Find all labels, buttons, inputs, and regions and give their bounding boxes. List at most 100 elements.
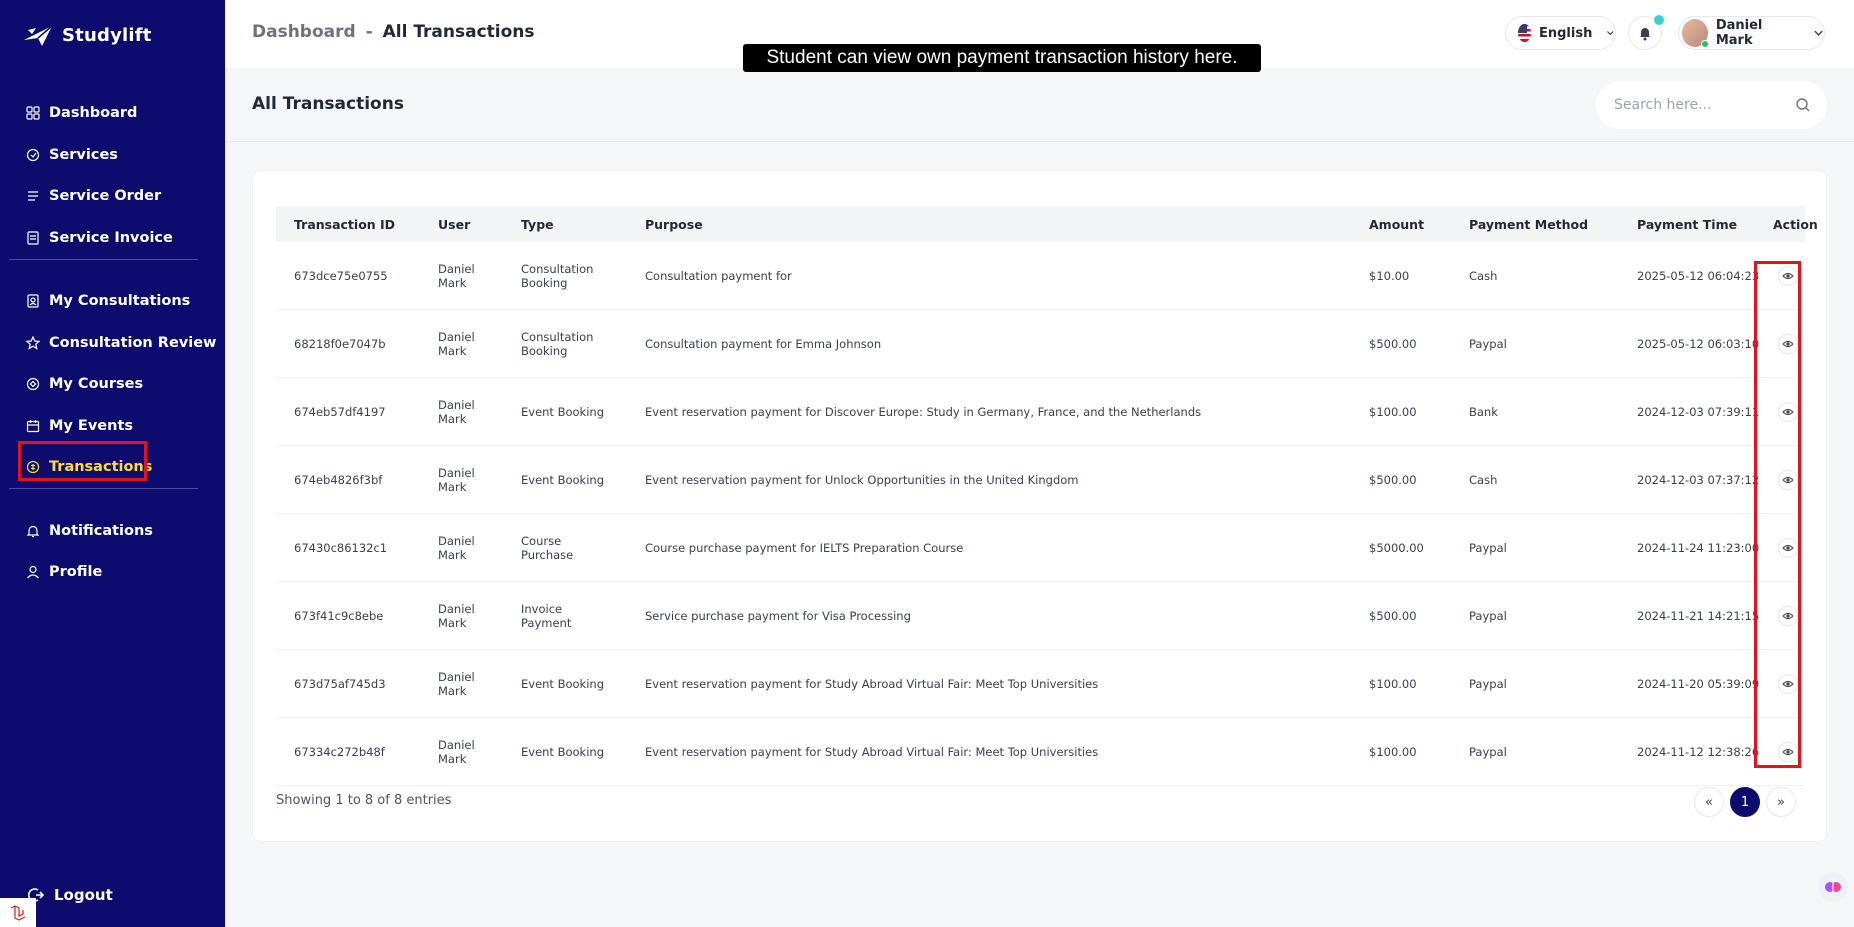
amount-cell: $10.00 xyxy=(1369,269,1410,283)
sidebar-item-my-events[interactable]: My Events xyxy=(26,416,133,436)
table-row: 674eb4826f3bf Daniel Mark Event Booking Even… xyxy=(276,446,1805,514)
sidebar-item-dashboard[interactable]: Dashboard xyxy=(26,103,137,123)
user-name-cell: Daniel Mark xyxy=(438,466,475,494)
sidebar-item-service-invoice[interactable]: Service Invoice xyxy=(26,228,173,248)
payment-time-cell: 2024-11-12 12:38:26 xyxy=(1637,745,1760,759)
sidebar-item-label: Service Order xyxy=(49,188,162,204)
table-row: 68218f0e7047b Daniel Mark Consultation Booki… xyxy=(276,310,1805,378)
payment-time-cell: 2025-05-12 06:04:23 xyxy=(1637,269,1760,283)
sidebar-item-label: My Events xyxy=(49,418,134,434)
user-icon xyxy=(27,565,39,579)
type-cell: Consultation Booking xyxy=(521,330,594,358)
online-status-dot xyxy=(1700,40,1709,48)
payment-time-cell: 2024-11-21 14:21:15 xyxy=(1637,609,1760,623)
sidebar-item-service-order[interactable]: Service Order xyxy=(26,186,161,206)
search-input[interactable] xyxy=(1614,97,1784,113)
pagination-page-button[interactable]: 1 xyxy=(1730,787,1760,817)
tutorial-tooltip: Student can view own payment transaction… xyxy=(743,44,1261,72)
language-label: English xyxy=(1538,25,1593,41)
transaction-id: 673f41c9c8ebe xyxy=(294,609,384,623)
entries-summary: Showing 1 to 8 of 8 entries xyxy=(276,793,452,808)
user-menu[interactable]: Daniel Mark xyxy=(1678,16,1825,50)
sidebar-item-services[interactable]: Services xyxy=(26,145,118,165)
avatar xyxy=(1682,19,1709,48)
sidebar-item-my-courses[interactable]: My Courses xyxy=(26,374,143,394)
column-header-transaction-id: Transaction ID xyxy=(294,217,396,232)
breadcrumb: Dashboard - All Transactions xyxy=(252,22,535,42)
payment-time-cell: 2024-12-03 07:39:11 xyxy=(1637,405,1760,419)
sidebar-item-my-consultations[interactable]: My Consultations xyxy=(26,291,190,311)
app-logo[interactable]: Studylift xyxy=(22,20,152,50)
sidebar-item-label: My Consultations xyxy=(49,293,191,309)
ai-assistant-button[interactable] xyxy=(1818,872,1848,902)
pagination-next-button[interactable]: » xyxy=(1766,787,1796,817)
amount-cell: $500.00 xyxy=(1369,609,1417,623)
type-cell: Event Booking xyxy=(521,677,605,691)
purpose-cell: Course purchase payment for IELTS Prepar… xyxy=(645,541,964,555)
amount-cell: $100.00 xyxy=(1369,677,1417,691)
amount-cell: $5000.00 xyxy=(1369,541,1424,555)
laravel-icon xyxy=(10,904,26,921)
grid-icon xyxy=(26,106,40,120)
pagination-prev-button[interactable]: « xyxy=(1694,787,1724,817)
column-header-payment-method: Payment Method xyxy=(1469,217,1589,232)
table-row: 673f41c9c8ebe Daniel Mark Invoice Payment Ser… xyxy=(276,582,1805,650)
type-cell: Event Booking xyxy=(521,745,605,759)
amount-cell: $500.00 xyxy=(1369,337,1417,351)
user-name-cell: Daniel Mark xyxy=(438,398,475,426)
sidebar-item-label: Consultation Review xyxy=(49,335,217,351)
brain-icon xyxy=(1825,882,1841,892)
column-header-user: User xyxy=(438,217,471,232)
sidebar-item-label: Services xyxy=(49,147,118,163)
user-name-cell: Daniel Mark xyxy=(438,262,475,290)
page-header: All Transactions xyxy=(225,68,1854,142)
type-cell: Event Booking xyxy=(521,473,605,487)
table-row: 673d75af745d3 Daniel Mark Event Booking Even… xyxy=(276,650,1805,718)
payment-method-cell: Paypal xyxy=(1469,609,1507,623)
star-icon xyxy=(26,336,40,350)
type-cell: Event Booking xyxy=(521,405,605,419)
payment-time-cell: 2024-11-24 11:23:00 xyxy=(1637,541,1760,555)
logout-button[interactable]: Logout xyxy=(28,886,113,904)
logout-label: Logout xyxy=(54,886,113,904)
payment-method-cell: Bank xyxy=(1469,405,1498,419)
transaction-id: 67334c272b48f xyxy=(294,745,385,759)
type-cell: Course Purchase xyxy=(521,534,574,562)
breadcrumb-root[interactable]: Dashboard xyxy=(252,22,356,42)
nav-divider xyxy=(9,259,198,260)
transaction-id: 673dce75e0755 xyxy=(294,269,388,283)
transaction-id: 68218f0e7047b xyxy=(294,337,386,351)
user-name-cell: Daniel Mark xyxy=(438,534,475,562)
amount-cell: $100.00 xyxy=(1369,405,1417,419)
chevron-down-icon xyxy=(1814,30,1823,36)
transaction-id: 673d75af745d3 xyxy=(294,677,386,691)
us-flag-icon xyxy=(1518,24,1531,42)
payment-method-cell: Cash xyxy=(1469,269,1498,283)
sidebar-item-label: Notifications xyxy=(49,523,153,539)
purpose-cell: Event reservation payment for Study Abro… xyxy=(645,677,1099,691)
column-header-action: Action xyxy=(1773,217,1818,232)
purpose-cell: Consultation payment for xyxy=(645,269,792,283)
purpose-cell: Event reservation payment for Discover E… xyxy=(645,405,1202,419)
sidebar-item-label: Profile xyxy=(49,564,103,580)
sidebar-item-consultation-review[interactable]: Consultation Review xyxy=(26,333,216,353)
user-name-cell: Daniel Mark xyxy=(438,738,475,766)
search-icon[interactable] xyxy=(1795,97,1811,113)
sidebar-item-label: Dashboard xyxy=(49,105,138,121)
sidebar-item-profile[interactable]: Profile xyxy=(26,562,102,582)
user-name-cell: Daniel Mark xyxy=(438,670,475,698)
user-name-cell: Daniel Mark xyxy=(438,602,475,630)
list-icon xyxy=(28,191,38,201)
payment-method-cell: Paypal xyxy=(1469,745,1507,759)
sidebar-item-notifications[interactable]: Notifications xyxy=(26,521,153,541)
sidebar-item-label: Service Invoice xyxy=(49,230,173,246)
sidebar-item-label: My Courses xyxy=(49,376,144,392)
payment-method-cell: Paypal xyxy=(1469,677,1507,691)
language-selector[interactable]: English xyxy=(1505,16,1616,50)
laravel-debug-badge[interactable] xyxy=(0,898,36,927)
payment-time-cell: 2024-11-20 05:39:09 xyxy=(1637,677,1760,691)
action-column-highlight-box xyxy=(1754,261,1801,768)
purpose-cell: Consultation payment for Emma Johnson xyxy=(645,337,882,351)
column-header-purpose: Purpose xyxy=(645,217,703,232)
type-cell: Consultation Booking xyxy=(521,262,594,290)
